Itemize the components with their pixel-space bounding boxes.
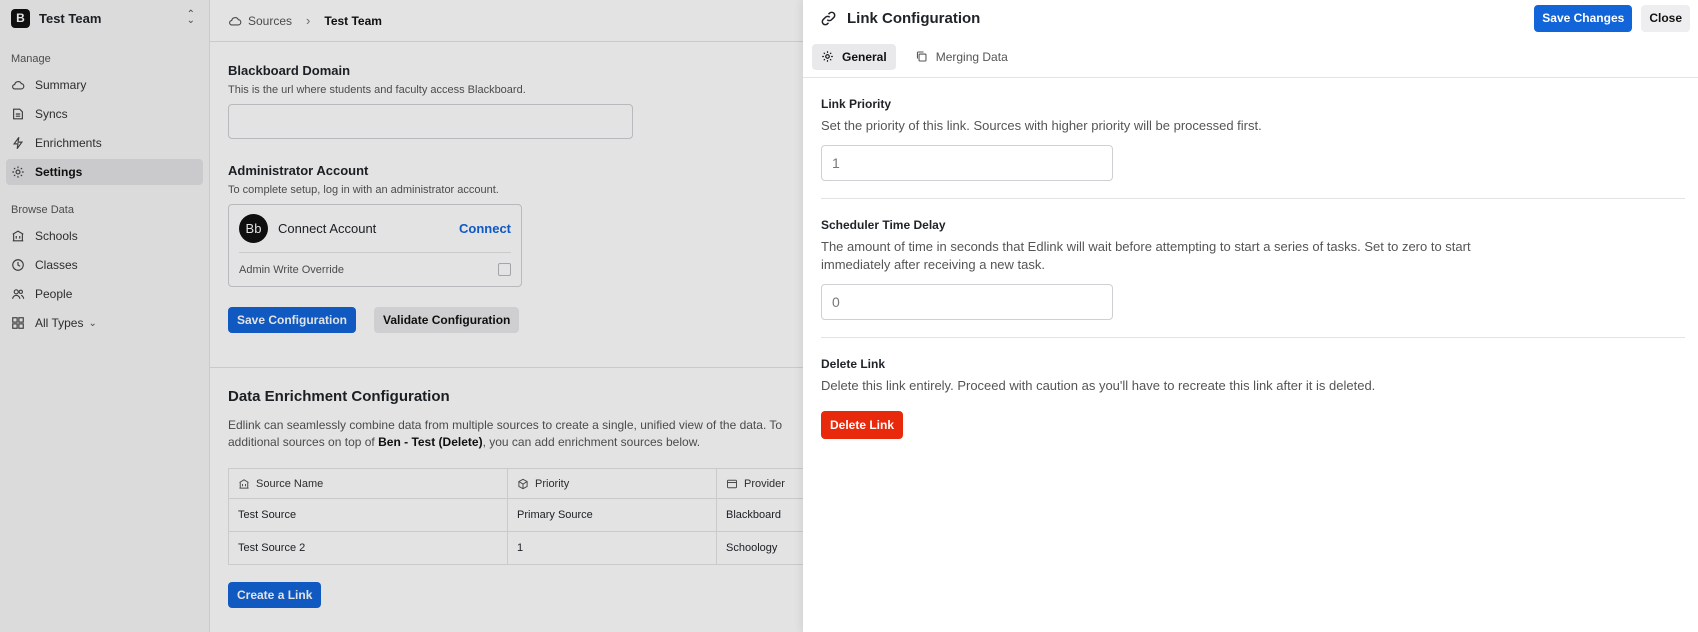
panel-header: Link Configuration Save Changes Close (803, 0, 1698, 36)
link-configuration-panel: Link Configuration Save Changes Close Ge… (803, 0, 1698, 632)
link-priority-input[interactable] (821, 145, 1113, 181)
link-priority-title: Link Priority (821, 97, 892, 111)
panel-body: Link Priority Set the priority of this l… (803, 78, 1698, 456)
copy-icon (915, 50, 936, 63)
scheduler-delay-title: Scheduler Time Delay (821, 218, 946, 232)
link-priority-field: Link Priority Set the priority of this l… (821, 78, 1685, 199)
link-icon (820, 10, 837, 27)
tab-general[interactable]: General (812, 43, 896, 70)
delete-link-desc: Delete this link entirely. Proceed with … (821, 378, 1376, 393)
modal-backdrop[interactable] (0, 0, 803, 632)
tab-merging-data[interactable]: Merging Data (906, 44, 1017, 70)
gear-icon (821, 50, 842, 63)
panel-title: Link Configuration (847, 9, 981, 27)
delete-link-button[interactable]: Delete Link (821, 411, 904, 439)
panel-tabs: General Merging Data (803, 36, 1698, 78)
delete-link-field: Delete Link Delete this link entirely. P… (821, 338, 1685, 456)
close-button[interactable]: Close (1641, 4, 1690, 32)
scheduler-delay-desc: The amount of time in seconds that Edlin… (821, 239, 1471, 272)
save-changes-button[interactable]: Save Changes (1534, 4, 1633, 32)
link-priority-desc: Set the priority of this link. Sources w… (821, 118, 1262, 133)
delete-link-title: Delete Link (821, 357, 886, 371)
scheduler-delay-field: Scheduler Time Delay The amount of time … (821, 199, 1685, 338)
scheduler-delay-input[interactable] (821, 284, 1113, 320)
